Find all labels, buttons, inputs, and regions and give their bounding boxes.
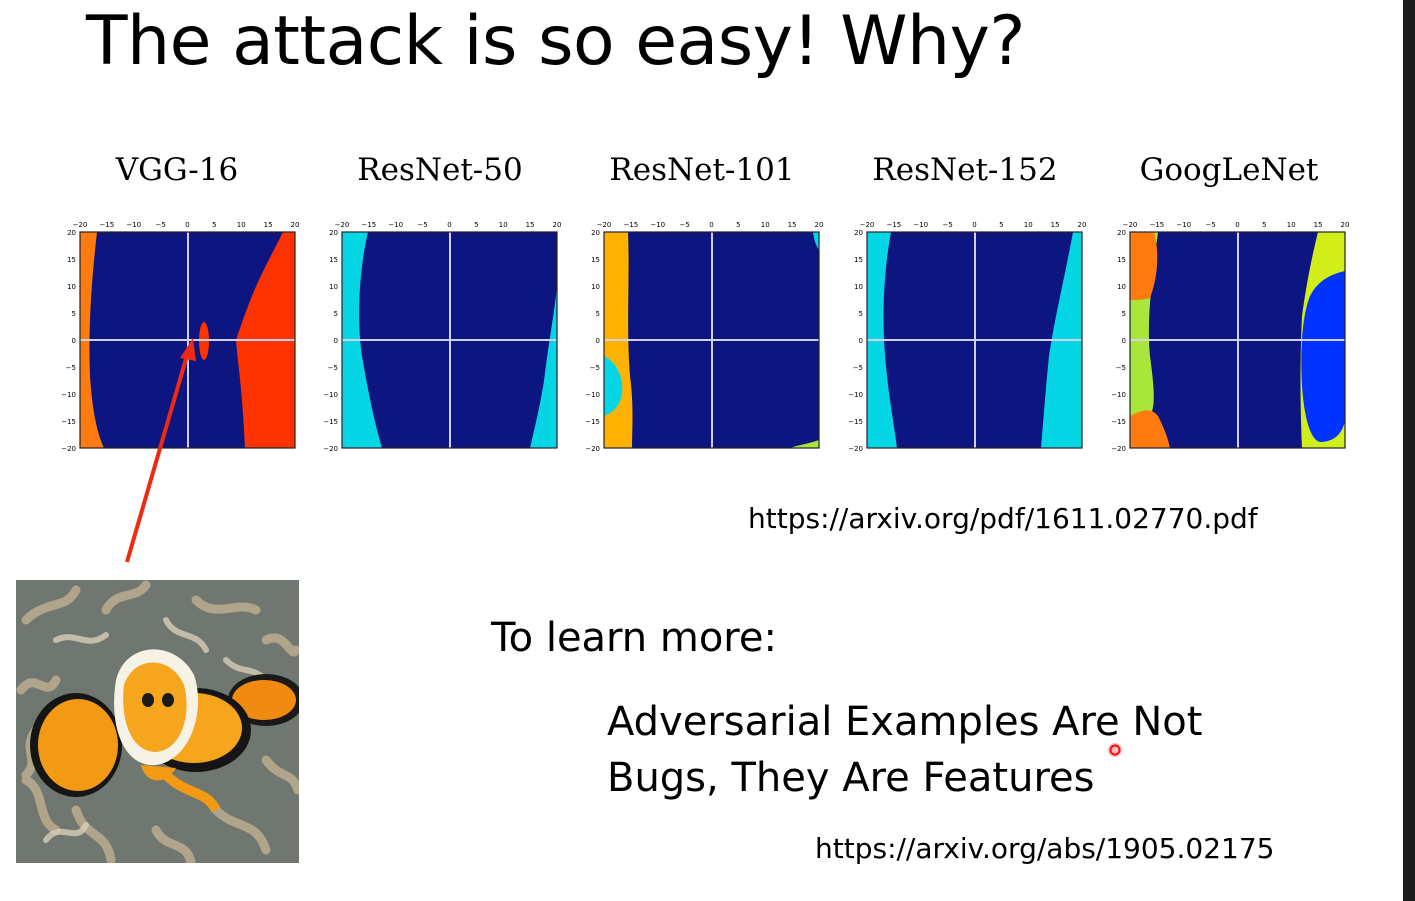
tick-label-y: 10 xyxy=(591,283,600,291)
paper-link[interactable]: https://arxiv.org/abs/1905.02175 xyxy=(815,832,1274,865)
tick-label-y: 15 xyxy=(591,256,600,264)
tick-label-y: −10 xyxy=(848,391,863,399)
tick-label-x: −10 xyxy=(388,221,403,229)
tick-label-y: 20 xyxy=(854,229,863,237)
tick-label-y: −5 xyxy=(328,364,338,372)
tick-label-y: −5 xyxy=(1116,364,1126,372)
tick-label-x: 0 xyxy=(1235,221,1239,229)
plot-googlenet: −20 −20 −15 −15 −10 −10 −5 −5 0 0 5 5 10 10 15 15 20 20 xyxy=(1106,216,1354,452)
tick-label-y: 5 xyxy=(596,310,600,318)
tick-label-y: 20 xyxy=(1117,229,1126,237)
tick-label-y: 20 xyxy=(329,229,338,237)
tick-label-x: 5 xyxy=(999,221,1003,229)
tick-label-x: 5 xyxy=(1262,221,1266,229)
plot-resnet101: −20 −20 −15 −15 −10 −10 −5 −5 0 0 5 5 10 10 15 15 20 20 xyxy=(580,216,828,452)
tick-label-x: 15 xyxy=(526,221,535,229)
tick-label-y: 15 xyxy=(854,256,863,264)
plot-resnet152: −20 −20 −15 −15 −10 −10 −5 −5 0 0 5 5 10 10 15 15 20 20 xyxy=(843,216,1091,452)
tick-label-x: −10 xyxy=(650,221,665,229)
tick-label-x: 0 xyxy=(447,221,451,229)
tick-label-x: −20 xyxy=(1123,221,1138,229)
plot-resnet50: −20 −20 −15 −15 −10 −10 −5 −5 0 0 5 5 10 10 15 15 20 20 xyxy=(318,216,566,452)
plot-title-resnet50: ResNet-50 xyxy=(357,152,523,188)
tick-label-y: 0 xyxy=(596,337,600,345)
tick-label-x: 20 xyxy=(1341,221,1350,229)
tick-label-x: 10 xyxy=(1287,221,1296,229)
tick-label-x: 0 xyxy=(972,221,976,229)
tick-label-x: 15 xyxy=(788,221,797,229)
tick-label-x: 15 xyxy=(264,221,273,229)
tick-label-x: −15 xyxy=(623,221,638,229)
plots-source-link[interactable]: https://arxiv.org/pdf/1611.02770.pdf xyxy=(748,502,1258,535)
tick-label-y: 0 xyxy=(859,337,863,345)
learn-more-label: To learn more: xyxy=(491,615,777,661)
tick-label-x: −20 xyxy=(597,221,612,229)
tick-label-y: −15 xyxy=(585,418,600,426)
tick-label-y: −10 xyxy=(1111,391,1126,399)
tick-label-y: −15 xyxy=(323,418,338,426)
tick-label-y: 10 xyxy=(1117,283,1126,291)
window-edge-bar xyxy=(1403,0,1415,901)
tick-label-y: 10 xyxy=(329,283,338,291)
tick-label-y: −5 xyxy=(853,364,863,372)
tick-label-x: 10 xyxy=(761,221,770,229)
tick-label-x: 20 xyxy=(553,221,562,229)
tick-label-x: −5 xyxy=(417,221,427,229)
tick-label-y: −20 xyxy=(585,445,600,452)
tick-label-x: 20 xyxy=(815,221,824,229)
tick-label-x: 5 xyxy=(474,221,478,229)
tick-label-x: −5 xyxy=(942,221,952,229)
tick-label-x: 15 xyxy=(1314,221,1323,229)
tick-label-y: −20 xyxy=(323,445,338,452)
tick-label-y: −15 xyxy=(1111,418,1126,426)
tick-label-x: 20 xyxy=(1078,221,1087,229)
tick-label-x: −15 xyxy=(361,221,376,229)
tick-label-x: 15 xyxy=(1051,221,1060,229)
tick-label-y: 5 xyxy=(334,310,338,318)
tick-label-x: −5 xyxy=(1205,221,1215,229)
laser-pointer-icon xyxy=(1108,743,1122,757)
tick-label-y: 0 xyxy=(334,337,338,345)
tick-label-x: 0 xyxy=(709,221,713,229)
red-arrow-icon xyxy=(125,338,196,563)
tick-label-y: 10 xyxy=(854,283,863,291)
tick-label-x: −15 xyxy=(886,221,901,229)
tick-label-x: −5 xyxy=(679,221,689,229)
tick-label-y: 20 xyxy=(591,229,600,237)
tick-label-y: −20 xyxy=(1111,445,1126,452)
tick-label-y: −10 xyxy=(323,391,338,399)
paper-title-line2: Bugs, They Are Features xyxy=(607,755,1095,801)
arrow-shaft xyxy=(125,351,190,563)
tick-label-x: 10 xyxy=(1024,221,1033,229)
plot-title-resnet101: ResNet-101 xyxy=(609,152,795,188)
tick-label-x: −20 xyxy=(335,221,350,229)
tick-label-y: 5 xyxy=(859,310,863,318)
tick-label-y: 5 xyxy=(1122,310,1126,318)
tick-label-y: −10 xyxy=(585,391,600,399)
tick-label-x: 5 xyxy=(736,221,740,229)
tick-label-x: −20 xyxy=(860,221,875,229)
tick-label-x: −10 xyxy=(1176,221,1191,229)
tick-label-x: −10 xyxy=(913,221,928,229)
tick-label-y: 15 xyxy=(329,256,338,264)
tick-label-y: −20 xyxy=(848,445,863,452)
tick-label-y: −5 xyxy=(590,364,600,372)
tick-label-y: −15 xyxy=(848,418,863,426)
plot-title-resnet152: ResNet-152 xyxy=(872,152,1058,188)
tick-label-x: 20 xyxy=(291,221,300,229)
tick-label-y: 0 xyxy=(1122,337,1126,345)
tick-label-x: −15 xyxy=(1149,221,1164,229)
clownfish-photo xyxy=(16,580,304,867)
arrow-head xyxy=(180,338,196,361)
tick-label-x: 10 xyxy=(499,221,508,229)
tick-label-y: 15 xyxy=(1117,256,1126,264)
plot-title-googlenet: GoogLeNet xyxy=(1139,152,1319,188)
